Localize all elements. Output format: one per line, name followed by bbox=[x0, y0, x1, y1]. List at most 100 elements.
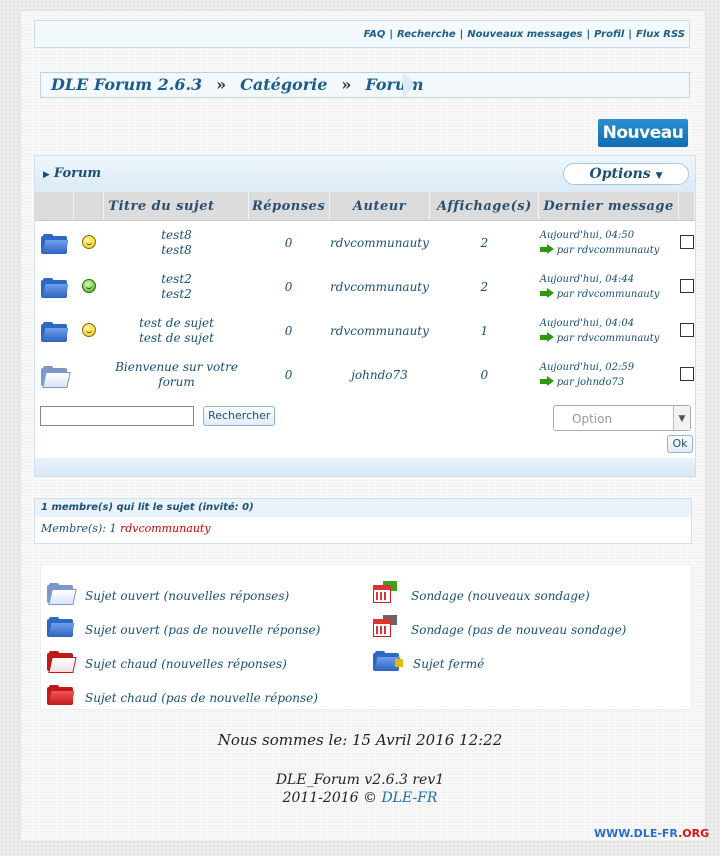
legend-label: Sondage (pas de nouveau sondage) bbox=[411, 623, 627, 637]
caret-down-icon: ▼ bbox=[655, 171, 663, 181]
topic-title-link[interactable]: test2 bbox=[106, 272, 247, 287]
breadcrumb-arrow: » bbox=[216, 75, 227, 94]
topic-title-link[interactable]: Bienvenue sur votre bbox=[106, 360, 247, 375]
options-button[interactable]: Options ▼ bbox=[563, 163, 689, 185]
search-link[interactable]: Recherche bbox=[397, 29, 456, 40]
version-label: DLE_Forum v2.6.3 rev1 bbox=[275, 772, 445, 788]
last-date: Aujourd'hui, 04:50 bbox=[539, 229, 635, 241]
topic-checkbox[interactable] bbox=[679, 278, 694, 293]
forum-header: ▶ Forum Options ▼ bbox=[35, 156, 695, 192]
search-button[interactable]: Rechercher bbox=[203, 405, 276, 426]
last-message-cell: Aujourd'hui, 04:04 par rdvcommunauty bbox=[539, 309, 679, 353]
last-by[interactable]: par rdvcommunauty bbox=[557, 289, 660, 300]
subject-cell: test2 test2 bbox=[104, 265, 248, 309]
separator: | bbox=[586, 29, 591, 40]
legend-label: Sujet ouvert (nouvelles réponses) bbox=[85, 589, 290, 603]
chevron-down-icon: ▼ bbox=[673, 406, 690, 430]
forum-title[interactable]: ▶ Forum bbox=[43, 166, 101, 181]
faq-link[interactable]: FAQ bbox=[364, 29, 386, 40]
breadcrumb-category[interactable]: Catégorie bbox=[240, 75, 327, 94]
topic-title-link[interactable]: test8 bbox=[106, 228, 247, 243]
last-date: Aujourd'hui, 04:04 bbox=[539, 317, 635, 329]
version-info: DLE_Forum v2.6.3 rev1 2011-2016 © DLE-FR bbox=[0, 771, 720, 807]
poll-grey-icon bbox=[373, 615, 397, 637]
topic-checkbox[interactable] bbox=[679, 234, 694, 249]
status-cell bbox=[35, 221, 73, 266]
member-link[interactable]: rdvcommunauty bbox=[120, 522, 211, 535]
members-prefix: Membre(s): 1 bbox=[41, 522, 117, 535]
go-arrow-icon[interactable] bbox=[539, 375, 554, 386]
author-link[interactable]: rdvcommunauty bbox=[329, 265, 430, 309]
col-select bbox=[678, 192, 695, 221]
col-icon bbox=[73, 192, 105, 221]
rss-link[interactable]: Flux RSS bbox=[636, 29, 685, 40]
search-input[interactable] bbox=[40, 405, 194, 426]
author-link[interactable]: johndo73 bbox=[329, 353, 430, 397]
last-date: Aujourd'hui, 02:59 bbox=[539, 361, 635, 373]
go-arrow-icon[interactable] bbox=[539, 331, 554, 342]
poll-green-icon bbox=[373, 581, 397, 603]
status-cell bbox=[35, 265, 73, 309]
go-arrow-icon[interactable] bbox=[539, 243, 554, 254]
folder-red-icon bbox=[47, 685, 75, 705]
col-title: Titre du sujet bbox=[103, 192, 249, 221]
smile-green-icon bbox=[81, 278, 96, 293]
folder-blue-icon bbox=[47, 617, 75, 637]
new-topic-button[interactable]: Nouveau bbox=[598, 119, 688, 147]
folder-red-white-icon bbox=[47, 651, 77, 673]
new-messages-link[interactable]: Nouveaux messages bbox=[467, 29, 582, 40]
col-last: Dernier message bbox=[538, 192, 679, 221]
folder-white-icon bbox=[47, 583, 77, 605]
separator: | bbox=[389, 29, 394, 40]
col-replies: Réponses bbox=[248, 192, 330, 221]
forum-title-label: Forum bbox=[53, 166, 102, 181]
topics-table: Titre du sujet Réponses Auteur Affichage… bbox=[35, 192, 695, 397]
last-by[interactable]: par johndo73 bbox=[557, 377, 624, 388]
last-message-cell: Aujourd'hui, 04:44 par rdvcommunauty bbox=[539, 265, 679, 309]
option-select[interactable]: Option ▼ bbox=[553, 405, 691, 431]
legend-label: Sujet chaud (nouvelles réponses) bbox=[85, 657, 287, 671]
ok-button[interactable]: Ok bbox=[667, 435, 693, 453]
folder-new-icon bbox=[41, 233, 69, 254]
views-cell: 2 bbox=[480, 236, 489, 250]
topic-checkbox[interactable] bbox=[679, 322, 694, 337]
breadcrumb-arrow: » bbox=[341, 75, 352, 94]
views-cell: 1 bbox=[480, 324, 489, 338]
forum-footer-bar bbox=[35, 458, 695, 476]
topic-checkbox[interactable] bbox=[679, 366, 694, 381]
col-status bbox=[35, 192, 74, 221]
author-link[interactable]: rdvcommunauty bbox=[329, 309, 430, 353]
last-by[interactable]: par rdvcommunauty bbox=[557, 333, 660, 344]
smile-glasses-icon bbox=[81, 234, 96, 249]
folder-locked-icon bbox=[373, 651, 403, 671]
last-by[interactable]: par rdvcommunauty bbox=[557, 245, 660, 256]
last-date: Aujourd'hui, 04:44 bbox=[539, 273, 635, 285]
views-cell: 0 bbox=[480, 368, 489, 382]
col-author: Auteur bbox=[329, 192, 431, 221]
emoticon-cell bbox=[73, 265, 104, 309]
replies-cell: 0 bbox=[284, 280, 293, 294]
col-views: Affichage(s) bbox=[429, 192, 540, 221]
profile-link[interactable]: Profil bbox=[594, 29, 624, 40]
replies-cell: 0 bbox=[284, 236, 293, 250]
members-line: Membre(s): 1 rdvcommunauty bbox=[35, 517, 691, 541]
select-cell bbox=[679, 309, 695, 353]
topic-desc[interactable]: forum bbox=[106, 375, 247, 390]
breadcrumb-home[interactable]: DLE Forum 2.6.3 bbox=[51, 75, 202, 94]
author-link[interactable]: rdvcommunauty bbox=[329, 221, 430, 266]
select-cell bbox=[679, 353, 695, 397]
replies-cell: 0 bbox=[284, 368, 293, 382]
emoticon-cell bbox=[73, 309, 104, 353]
topic-title-link[interactable]: test de sujet bbox=[106, 316, 247, 331]
copyright-link[interactable]: DLE-FR bbox=[381, 790, 437, 806]
folder-new-icon bbox=[41, 277, 69, 298]
options-label: Options bbox=[589, 166, 651, 182]
last-message-cell: Aujourd'hui, 02:59 par johndo73 bbox=[539, 353, 679, 397]
separator: | bbox=[459, 29, 464, 40]
separator: | bbox=[628, 29, 632, 40]
table-row: test2 test2 0 rdvcommunauty 2 Aujourd'hui… bbox=[35, 265, 695, 309]
subject-cell: Bienvenue sur votre forum bbox=[104, 353, 248, 397]
legend-label: Sujet fermé bbox=[413, 657, 485, 671]
search-row: Rechercher bbox=[40, 405, 276, 426]
go-arrow-icon[interactable] bbox=[539, 287, 554, 298]
